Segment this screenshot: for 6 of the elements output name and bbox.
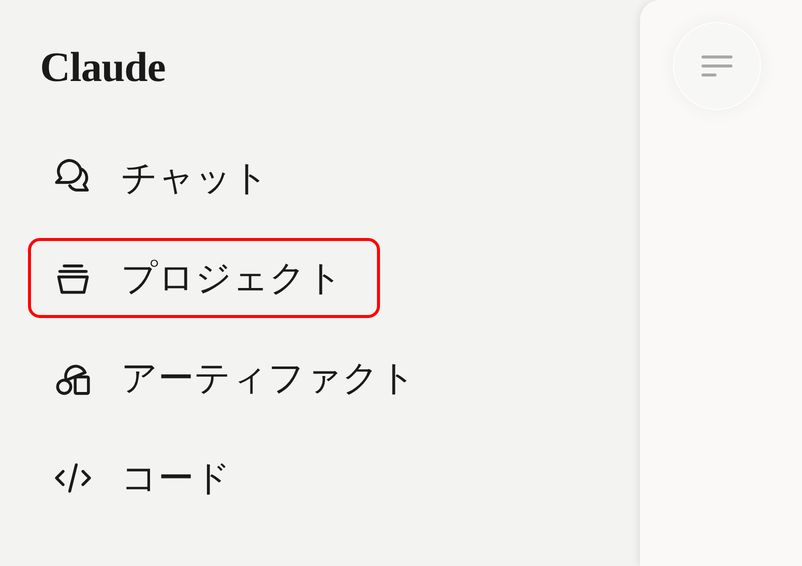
nav-item[interactable]: アーティファクト [28,338,435,418]
nav-item[interactable]: プロジェクト [28,238,380,318]
nav-item[interactable]: チャット [28,138,380,218]
nav-item[interactable]: コード [28,438,380,518]
logo: Claude [40,44,166,93]
menu-icon [701,55,733,77]
